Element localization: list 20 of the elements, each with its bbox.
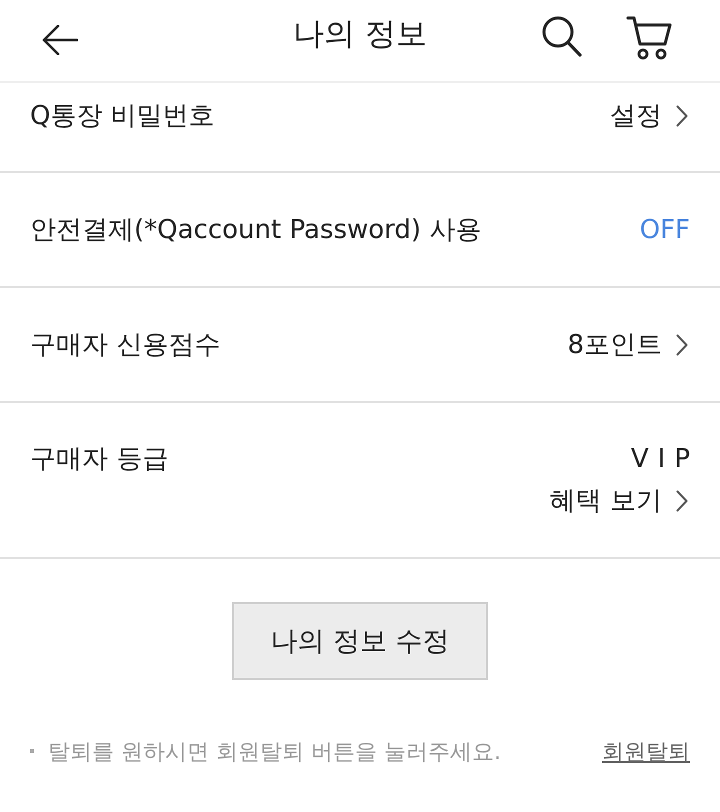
withdraw-notice: 탈퇴를 원하시면 회원탈퇴 버튼을 눌러주세요. — [48, 739, 501, 767]
chevron-right-icon — [676, 490, 688, 512]
setting-label: 구매자 신용점수 — [30, 328, 220, 360]
bullet-icon — [30, 749, 34, 753]
setting-label: Q통장 비밀번호 — [30, 100, 215, 132]
chevron-right-icon — [676, 105, 688, 127]
chevron-right-icon — [676, 334, 688, 356]
setting-label: 구매자 등급 — [30, 443, 168, 475]
setting-label: 안전결제(*Qaccount Password) 사용 — [30, 214, 482, 246]
withdraw-link[interactable]: 회원탈퇴 — [602, 738, 690, 768]
cart-icon[interactable] — [626, 16, 672, 60]
benefits-link[interactable]: 혜택 보기 — [550, 485, 690, 517]
edit-profile-button[interactable]: 나의 정보 수정 — [232, 602, 488, 680]
setting-link[interactable]: 설정 — [610, 100, 690, 132]
toggle-switch-text[interactable]: OFF — [640, 214, 690, 246]
search-icon[interactable] — [542, 16, 582, 58]
back-arrow-icon[interactable] — [42, 24, 78, 54]
page-title: 나의 정보 — [292, 15, 428, 54]
setting-link[interactable]: 8포인트 — [567, 328, 690, 360]
grade-value: VIP — [630, 443, 699, 475]
